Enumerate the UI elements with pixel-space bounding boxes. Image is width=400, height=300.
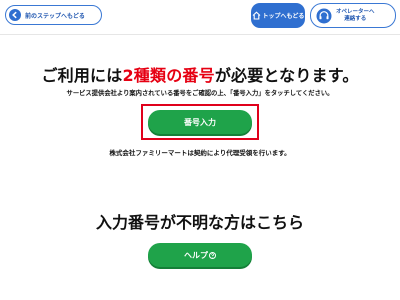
operator-label-line1: オペレーターへ	[336, 8, 375, 15]
header-divider	[0, 34, 400, 35]
number-input-button[interactable]: 番号入力	[148, 110, 252, 134]
top-button[interactable]: トップへもどる	[251, 3, 305, 28]
header-bar: 前のステップへもどる トップへもどる オペレーターへ 連絡する	[0, 0, 400, 34]
title-part2: が必要となります。	[214, 66, 359, 85]
help-button[interactable]: ヘルプ	[148, 243, 252, 267]
operator-label: オペレーターへ 連絡する	[336, 9, 375, 23]
top-label: トップへもどる	[262, 13, 305, 20]
page-title: ご利用には2種類の番号が必要となります。	[0, 62, 400, 86]
help-label: ヘルプ	[184, 250, 208, 260]
operator-label-line2: 連絡する	[344, 15, 367, 22]
back-arrow-icon	[9, 9, 21, 21]
headset-icon	[316, 8, 332, 24]
home-icon	[252, 11, 261, 20]
agency-note: 株式会社ファミリーマートは契約により代理受領を行います。	[109, 149, 291, 157]
question-icon	[209, 251, 216, 259]
help-button-content: ヘルプ	[184, 250, 216, 261]
instruction-text: サービス提供会社より案内されている番号をご確認の上、「番号入力」をタッチしてくだ…	[66, 90, 334, 97]
title-highlight: 2種類の番号	[122, 66, 215, 85]
number-input-label: 番号入力	[184, 117, 216, 127]
operator-button[interactable]: オペレーターへ 連絡する	[310, 3, 396, 28]
title-part1: ご利用には	[41, 66, 123, 85]
back-step-label: 前のステップへもどる	[25, 12, 85, 20]
back-step-button[interactable]: 前のステップへもどる	[5, 5, 102, 25]
help-heading: 入力番号が不明な方はこちら	[95, 213, 304, 232]
